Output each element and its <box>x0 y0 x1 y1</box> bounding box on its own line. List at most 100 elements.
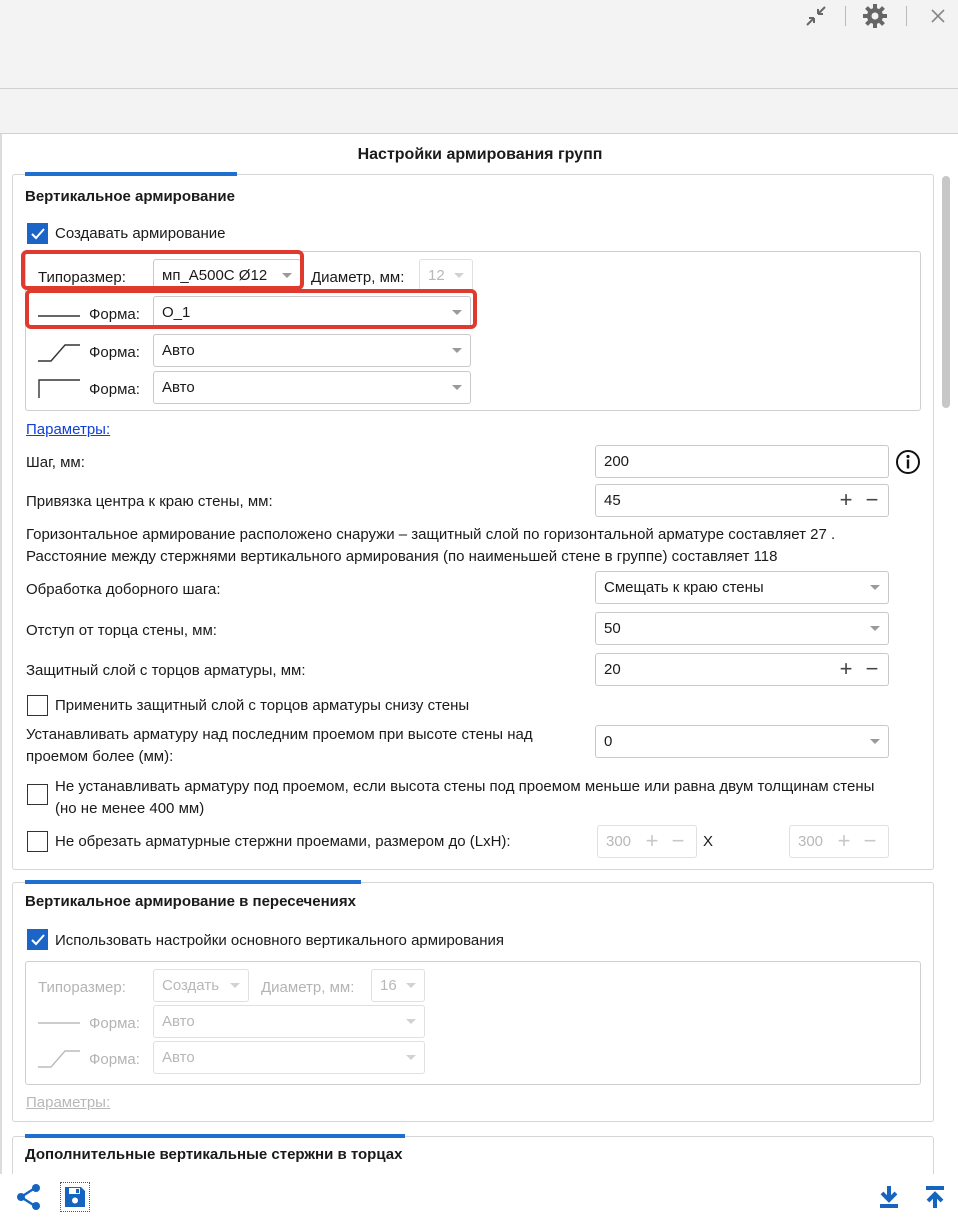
info-line-2: Расстояние между стержнями вертикального… <box>26 548 778 565</box>
params-link[interactable]: Параметры: <box>26 421 110 438</box>
int-params-link[interactable]: Параметры: <box>26 1094 110 1111</box>
plus-icon[interactable]: + <box>832 829 856 853</box>
int-diameter-value: 16 <box>380 977 397 994</box>
download-icon[interactable] <box>874 1182 904 1212</box>
cover-stepper[interactable]: 20 + − <box>595 653 889 686</box>
anchor-stepper[interactable]: 45 + − <box>595 484 889 517</box>
anchor-value: 45 <box>604 492 621 509</box>
diameter-select[interactable]: 12 <box>419 259 473 292</box>
toolbar-divider <box>845 6 846 26</box>
plus-icon[interactable]: + <box>834 488 858 512</box>
below-opening-label-1: Не устанавливать арматуру под проемом, е… <box>55 778 875 795</box>
create-reinforcement-label: Создавать армирование <box>55 225 226 242</box>
chevron-down-icon <box>870 739 880 744</box>
shape3-label: Форма: <box>89 381 140 398</box>
size-highlight <box>21 250 304 290</box>
extra-step-select[interactable]: Смещать к краю стены <box>595 571 889 604</box>
anchor-label: Привязка центра к краю стены, мм: <box>26 493 273 510</box>
chevron-down-icon <box>452 385 462 390</box>
no-cut-label: Не обрезать арматурные стержни проемами,… <box>55 833 511 850</box>
close-icon[interactable] <box>924 2 952 30</box>
info-line-1: Горизонтальное армирование расположено с… <box>26 526 836 543</box>
minus-icon[interactable]: − <box>860 657 884 681</box>
info-icon[interactable] <box>895 449 921 475</box>
step-value: 200 <box>604 453 630 470</box>
pane-title: Настройки армирования групп <box>357 146 603 163</box>
offset-value: 50 <box>604 620 621 637</box>
no-cut-height-stepper[interactable]: 300 + − <box>789 825 889 858</box>
scrollbar-thumb[interactable] <box>942 176 950 408</box>
above-opening-label-2: проемом более (мм): <box>26 748 174 765</box>
int-shape2-value: Авто <box>162 1049 195 1066</box>
create-reinforcement-checkbox[interactable] <box>27 223 48 244</box>
minus-icon[interactable]: − <box>666 829 690 853</box>
diameter-label: Диаметр, мм: <box>311 269 405 286</box>
no-cut-length-value: 300 <box>606 833 632 850</box>
offset-label: Отступ от торца стены, мм: <box>26 622 217 639</box>
minus-icon[interactable]: − <box>858 829 882 853</box>
step-label: Шаг, мм: <box>26 454 85 471</box>
hook-shape-icon <box>38 379 80 398</box>
int-shape2-label: Форма: <box>89 1051 140 1068</box>
above-opening-label-1: Устанавливать арматуру над последним про… <box>26 726 533 743</box>
use-main-settings-label: Использовать настройки основного вертика… <box>55 932 505 949</box>
int-shape1-label: Форма: <box>89 1015 140 1032</box>
extra-ends-section: Дополнительные вертикальные стержни в то… <box>12 1134 934 1174</box>
shape3-select[interactable]: Авто <box>153 371 471 404</box>
extra-step-value: Смещать к краю стены <box>604 579 764 596</box>
minus-icon[interactable]: − <box>860 488 884 512</box>
int-diameter-select[interactable]: 16 <box>371 969 425 1002</box>
shape1-highlight <box>25 289 477 329</box>
section-accent <box>25 880 361 884</box>
shape3-value: Авто <box>162 379 195 396</box>
no-cut-checkbox[interactable] <box>27 831 48 852</box>
upload-icon[interactable] <box>920 1182 950 1212</box>
chevron-down-icon <box>406 1019 416 1024</box>
no-cut-height-value: 300 <box>798 833 824 850</box>
below-opening-checkbox[interactable] <box>27 784 48 805</box>
section-accent <box>25 172 237 176</box>
above-opening-value: 0 <box>604 733 613 750</box>
section-title: Вертикальное армирование <box>25 188 235 205</box>
gear-icon[interactable] <box>861 2 889 30</box>
int-shape1-value: Авто <box>162 1013 195 1030</box>
apply-cover-checkbox[interactable] <box>27 695 48 716</box>
step-input[interactable]: 200 <box>595 445 889 478</box>
window-toolbar <box>0 0 958 88</box>
vertical-reinforcement-section: Вертикальное армирование Создавать армир… <box>12 172 934 870</box>
no-cut-length-stepper[interactable]: 300 + − <box>597 825 697 858</box>
plus-icon[interactable]: + <box>834 657 858 681</box>
settings-pane: Настройки армирования групп Вертикальное… <box>0 134 958 1174</box>
chevron-down-icon <box>870 626 880 631</box>
section-title: Вертикальное армирование в пересечениях <box>25 893 356 910</box>
above-opening-select[interactable]: 0 <box>595 725 889 758</box>
cover-label: Защитный слой с торцов арматуры, мм: <box>26 662 306 679</box>
int-shape2-select[interactable]: Авто <box>153 1041 425 1074</box>
offset-select[interactable]: 50 <box>595 612 889 645</box>
chevron-down-icon <box>452 348 462 353</box>
section-accent <box>25 1134 405 1138</box>
plus-icon[interactable]: + <box>640 829 664 853</box>
share-tree-icon[interactable] <box>14 1182 44 1212</box>
int-size-select[interactable]: Создать <box>153 969 249 1002</box>
shape2-select[interactable]: Авто <box>153 334 471 367</box>
diameter-value: 12 <box>428 267 445 284</box>
scrollbar[interactable] <box>942 176 950 1174</box>
chevron-down-icon <box>870 585 880 590</box>
int-diameter-label: Диаметр, мм: <box>261 979 355 996</box>
save-icon[interactable] <box>60 1182 90 1212</box>
chevron-down-icon <box>406 983 416 988</box>
shape2-label: Форма: <box>89 344 140 361</box>
bent-shape-icon <box>38 1050 80 1068</box>
shape2-value: Авто <box>162 342 195 359</box>
int-shape1-select[interactable]: Авто <box>153 1005 425 1038</box>
section-title: Дополнительные вертикальные стержни в то… <box>25 1146 403 1163</box>
apply-cover-label: Применить защитный слой с торцов арматур… <box>55 697 470 714</box>
no-cut-x-label: X <box>703 833 714 850</box>
cover-value: 20 <box>604 661 621 678</box>
collapse-arrows-icon[interactable] <box>802 2 830 30</box>
use-main-settings-checkbox[interactable] <box>27 929 48 950</box>
int-size-value: Создать <box>162 977 220 994</box>
below-opening-label-2: (но не менее 400 мм) <box>55 800 205 817</box>
chevron-down-icon <box>406 1055 416 1060</box>
